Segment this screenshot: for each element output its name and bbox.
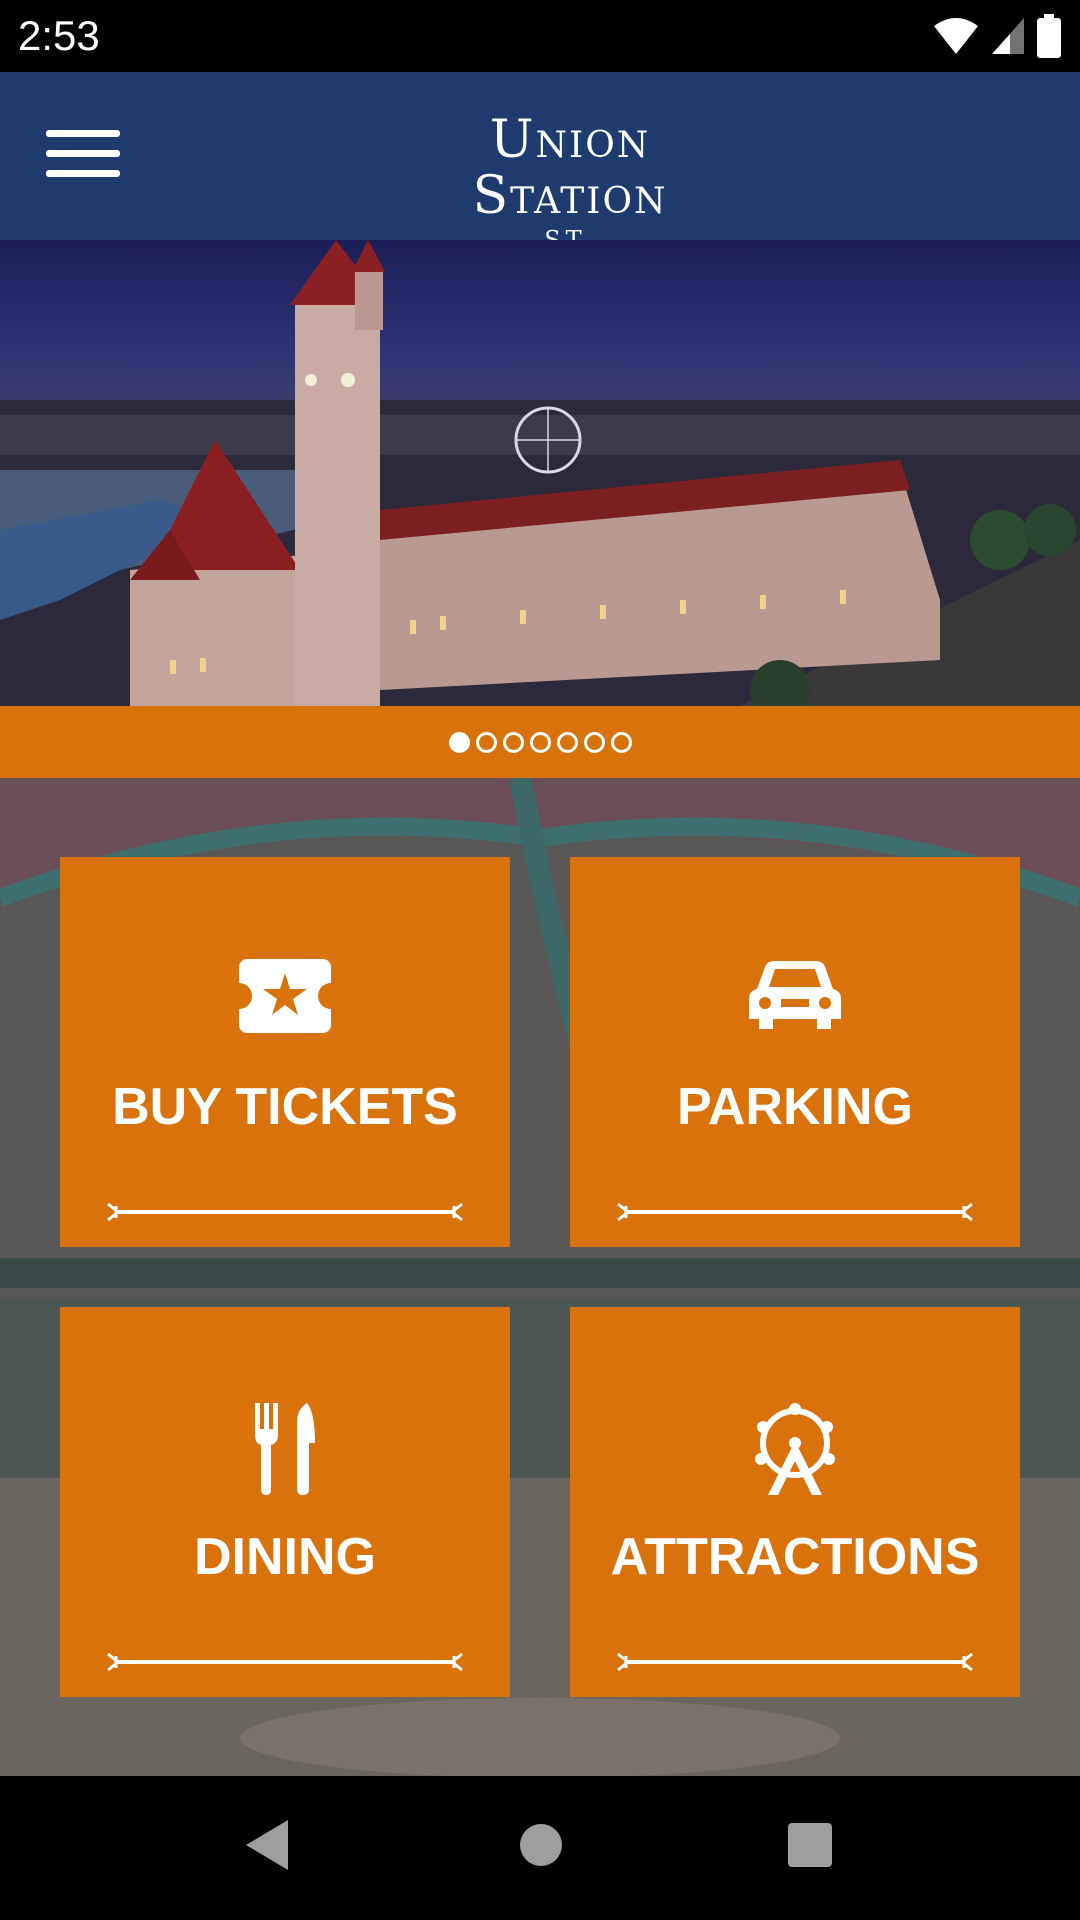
union-station-photo [0, 240, 1080, 706]
attractions-tile[interactable]: ATTRACTIONS [570, 1307, 1020, 1697]
carousel-dots [0, 706, 1080, 778]
carousel-dot[interactable] [502, 731, 524, 753]
ornamental-divider [107, 1652, 463, 1672]
menu-button[interactable] [46, 130, 120, 184]
ornamental-divider [617, 1202, 973, 1222]
back-icon[interactable] [244, 1818, 290, 1872]
fork-knife-icon [255, 1403, 315, 1495]
tile-label: DINING [194, 1528, 376, 1586]
carousel-dot[interactable] [610, 731, 632, 753]
carousel-dot[interactable] [556, 731, 578, 753]
cell-signal-icon [992, 18, 1024, 54]
home-icon[interactable] [519, 1818, 563, 1872]
hamburger-icon-line [46, 150, 120, 157]
carousel-dot[interactable] [475, 731, 497, 753]
status-time: 2:53 [18, 12, 100, 59]
tile-label: PARKING [677, 1078, 913, 1136]
app-header: Union Station ST. LOUIS [0, 72, 1080, 282]
status-bar: 2:53 [0, 0, 1080, 72]
car-icon [749, 961, 841, 1029]
tile-label: ATTRACTIONS [610, 1528, 980, 1586]
system-nav-bar [0, 1776, 1080, 1920]
carousel-dot[interactable] [529, 731, 551, 753]
ticket-icon [239, 959, 331, 1033]
parking-tile[interactable]: PARKING [570, 857, 1020, 1247]
recents-icon[interactable] [786, 1818, 834, 1872]
ornamental-divider [617, 1652, 973, 1672]
carousel-dot[interactable] [448, 731, 470, 753]
ornamental-divider [107, 1202, 463, 1222]
union-station-logo: Union Station ST. LOUIS [400, 112, 740, 282]
status-icons [932, 14, 1062, 58]
wifi-icon [934, 18, 978, 54]
hamburger-icon-line [46, 170, 120, 177]
hero-carousel-image[interactable] [0, 240, 1080, 706]
dining-tile[interactable]: DINING [60, 1307, 510, 1697]
logo-main-text: Union Station [472, 110, 668, 226]
carousel-dot[interactable] [583, 731, 605, 753]
buy-tickets-tile[interactable]: BUY TICKETS [60, 857, 510, 1247]
tile-label: BUY TICKETS [112, 1078, 458, 1136]
battery-icon [1037, 14, 1061, 58]
main-tiles-area: BUY TICKETS PARKING DINING ATTRACTIONS [0, 778, 1080, 1776]
ferris-wheel-icon [755, 1403, 835, 1495]
hamburger-icon-line [46, 130, 120, 137]
